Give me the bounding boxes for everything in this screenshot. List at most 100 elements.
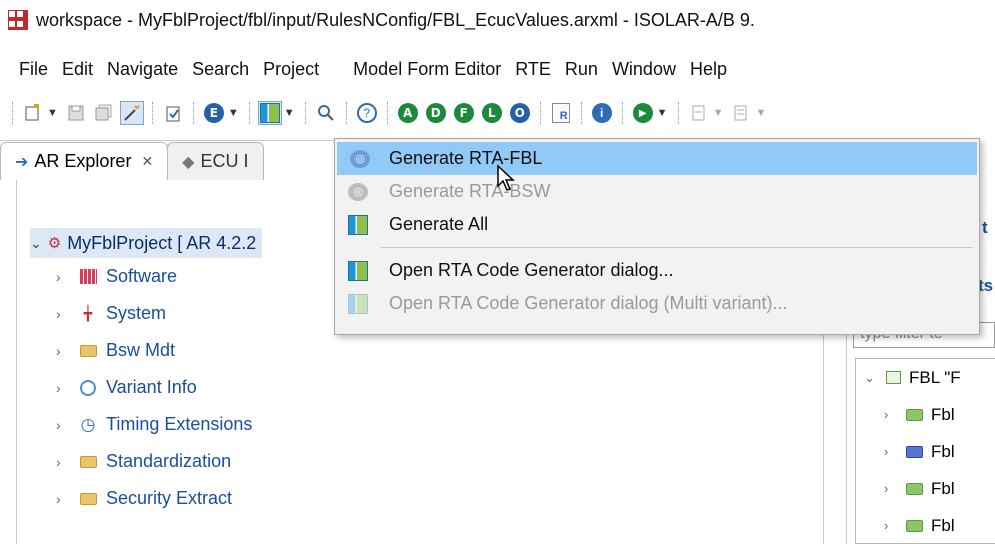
toolbar-separator <box>12 102 13 124</box>
chevron-down-icon[interactable]: ▼ <box>284 107 295 119</box>
menu-rte[interactable]: RTE <box>508 59 558 80</box>
tree-item-system[interactable]: › ╈ System <box>30 295 262 332</box>
chevron-down-icon[interactable]: ▼ <box>228 107 239 119</box>
menu-navigate[interactable]: Navigate <box>100 59 185 80</box>
chevron-right-icon[interactable]: › <box>56 306 78 322</box>
new-file-icon[interactable] <box>21 101 45 125</box>
menu-separator <box>381 247 973 248</box>
menu-file[interactable]: File <box>12 59 55 80</box>
save-icon[interactable] <box>64 101 88 125</box>
tree-item-software[interactable]: › Software <box>30 258 262 295</box>
ecu-e-button[interactable]: E <box>202 101 226 125</box>
history-icon[interactable] <box>729 101 753 125</box>
menu-item-generate-rta-fbl[interactable]: ◎ Generate RTA-FBL <box>337 142 977 175</box>
tree-item-label: Standardization <box>106 451 232 471</box>
outline-item[interactable]: › Fbl <box>856 470 995 507</box>
menu-search[interactable]: Search <box>185 59 256 80</box>
chevron-right-icon[interactable]: › <box>56 417 78 433</box>
menu-run[interactable]: Run <box>558 59 605 80</box>
code-generator-multi-icon <box>347 293 369 315</box>
tree-item-label: System <box>106 303 167 323</box>
toolbar-separator <box>580 102 582 124</box>
chevron-down-icon[interactable]: ▼ <box>47 107 58 119</box>
f-button[interactable]: F <box>452 101 476 125</box>
menu-project[interactable]: Project <box>256 59 326 80</box>
navigate-icon[interactable] <box>687 101 711 125</box>
outline-item-label: Fbl <box>931 478 955 498</box>
module-icon <box>886 371 901 384</box>
menu-item-generate-all[interactable]: Generate All <box>335 208 979 241</box>
d-button[interactable]: D <box>424 101 448 125</box>
outline-item[interactable]: › Fbl <box>856 396 995 433</box>
folder-icon <box>78 342 98 360</box>
chevron-down-icon[interactable]: ▼ <box>657 107 668 119</box>
variant-icon <box>78 379 98 397</box>
tree-item-standardization[interactable]: › Standardization <box>30 443 262 480</box>
folder-icon <box>906 408 923 421</box>
chevron-right-icon[interactable]: › <box>56 269 78 285</box>
menu-edit[interactable]: Edit <box>55 59 100 80</box>
menu-item-label: Generate All <box>389 214 489 234</box>
code-generator-icon <box>347 260 369 282</box>
app-icon <box>8 10 28 30</box>
wizard-icon[interactable] <box>119 101 144 125</box>
rta-fbl-icon: ◎ <box>349 148 371 170</box>
search-icon[interactable] <box>314 101 338 125</box>
menu-window[interactable]: Window <box>605 59 683 80</box>
chevron-right-icon[interactable]: › <box>884 444 906 459</box>
save-all-icon[interactable] <box>92 101 116 125</box>
project-icon: ⚙ <box>47 235 62 252</box>
toolbar-separator <box>539 102 541 124</box>
close-icon[interactable]: ✕ <box>141 153 153 170</box>
menu-item-label: Generate RTA-BSW <box>389 181 551 201</box>
menu-item-open-code-generator-multi[interactable]: Open RTA Code Generator dialog (Multi va… <box>335 287 979 320</box>
mouse-cursor-icon <box>497 164 515 191</box>
chevron-right-icon[interactable]: › <box>56 454 78 470</box>
folder-icon <box>906 482 923 495</box>
chevron-right-icon[interactable]: › <box>56 380 78 396</box>
outline-item[interactable]: › Fbl <box>856 433 995 470</box>
system-icon: ╈ <box>83 305 93 321</box>
explorer-icon: ➔ <box>15 153 29 171</box>
chevron-right-icon[interactable]: › <box>56 343 78 359</box>
report-r-icon[interactable]: R <box>549 101 573 125</box>
chevron-down-icon[interactable]: ⌄ <box>864 370 886 386</box>
toolbar-separator <box>304 102 306 124</box>
tree-item-security-extract[interactable]: › Security Extract <box>30 480 262 517</box>
menu-help[interactable]: Help <box>683 59 734 80</box>
tree-item-timing-extensions[interactable]: › ◷ Timing Extensions <box>30 406 262 443</box>
o-button[interactable]: O <box>508 101 532 125</box>
tree-item-variant-info[interactable]: › Variant Info <box>30 369 262 406</box>
chevron-down-icon[interactable]: ⌄ <box>30 235 42 252</box>
outline-root-label: FBL "F <box>909 367 961 387</box>
tree-item-label: Security Extract <box>106 488 233 508</box>
menu-item-open-code-generator[interactable]: Open RTA Code Generator dialog... <box>335 254 979 287</box>
l-button[interactable]: L <box>480 101 504 125</box>
outline-root[interactable]: ⌄ FBL "F <box>856 359 995 396</box>
chevron-right-icon[interactable]: › <box>884 407 906 422</box>
chevron-down-icon[interactable]: ▼ <box>755 107 766 119</box>
project-label: MyFblProject [ AR 4.2.2 <box>67 232 257 253</box>
generate-code-icon[interactable] <box>257 101 282 125</box>
menu-model-form-editor[interactable]: Model Form Editor <box>346 59 508 80</box>
chevron-right-icon[interactable]: › <box>56 491 78 507</box>
menu-bar: File Edit Navigate Search Project Model … <box>0 52 734 86</box>
chevron-right-icon[interactable]: › <box>884 518 906 533</box>
toolbar-separator <box>248 102 250 124</box>
chevron-right-icon[interactable]: › <box>884 481 906 496</box>
tab-ecu[interactable]: ◆ ECU I <box>167 142 264 180</box>
info-icon[interactable]: i <box>590 101 614 125</box>
chevron-down-icon[interactable]: ▼ <box>713 107 724 119</box>
generate-all-icon <box>347 214 369 236</box>
clipboard-icon[interactable] <box>161 101 185 125</box>
tab-ar-explorer[interactable]: ➔ AR Explorer ✕ <box>0 142 169 180</box>
outline-item[interactable]: › Fbl <box>856 507 995 544</box>
software-icon <box>78 268 98 286</box>
tree-item-label: Variant Info <box>106 377 197 397</box>
menu-item-generate-rta-bsw[interactable]: ◎ Generate RTA-BSW <box>335 175 979 208</box>
help-icon[interactable]: ? <box>355 101 379 125</box>
tree-item-bsw-mdt[interactable]: › Bsw Mdt <box>30 332 262 369</box>
tree-root[interactable]: ⌄ ⚙ MyFblProject [ AR 4.2.2 <box>30 228 263 258</box>
a-button[interactable]: A <box>396 101 420 125</box>
run-icon[interactable]: ▶ <box>631 101 655 125</box>
